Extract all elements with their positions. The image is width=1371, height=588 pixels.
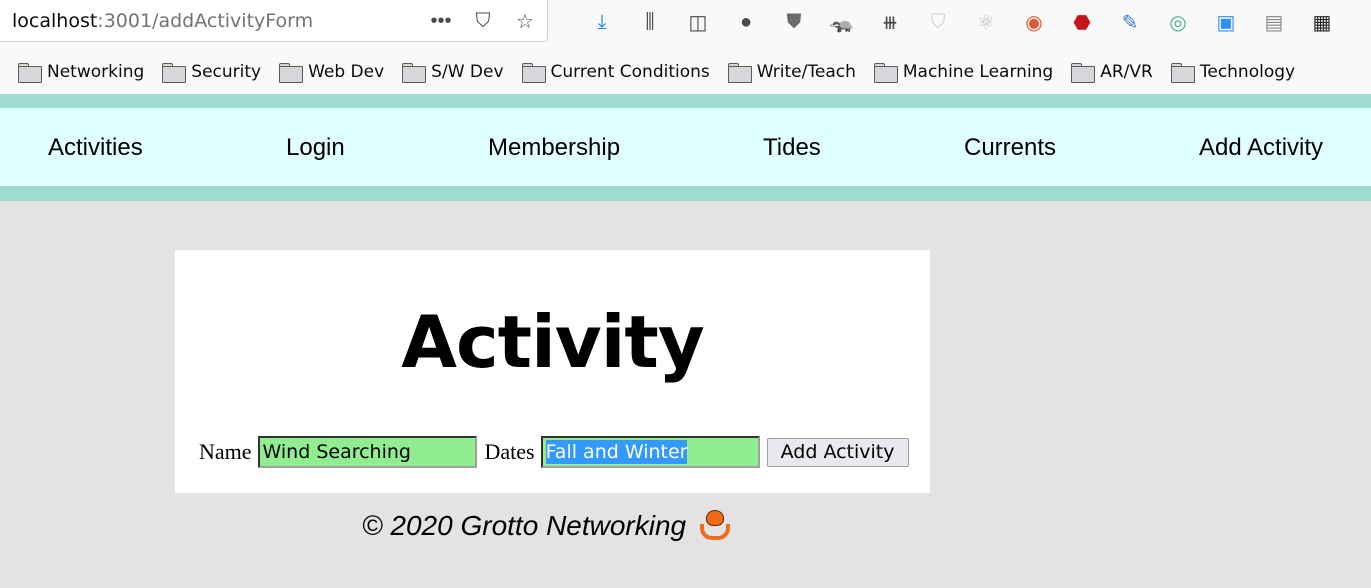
cleaner-icon[interactable]: ⬣ xyxy=(1066,6,1098,38)
activity-form: Name Wind Searching Dates Fall and Winte… xyxy=(199,436,909,468)
nav-activities[interactable]: Activities xyxy=(48,134,143,162)
folder-icon xyxy=(162,63,187,83)
folder-icon xyxy=(1071,63,1096,83)
add-activity-button[interactable]: Add Activity xyxy=(766,437,909,467)
name-label: Name xyxy=(199,439,252,464)
folder-icon xyxy=(402,63,427,83)
bookmark-label: S/W Dev xyxy=(431,62,504,82)
activity-form-card: Activity Name Wind Searching Dates Fall … xyxy=(175,250,930,493)
duckduckgo-icon[interactable]: ◉ xyxy=(1018,6,1050,38)
copyright-text: © 2020 Grotto Networking xyxy=(362,510,687,541)
bookmark-label: Write/Teach xyxy=(756,62,856,82)
url-host: localhost xyxy=(12,9,98,32)
bookmark-folder[interactable]: Web Dev xyxy=(279,62,385,83)
bookmark-folder[interactable]: S/W Dev xyxy=(402,62,504,83)
bookmark-label: Networking xyxy=(47,62,145,82)
bookmarks-bar: Networking Security Web Dev S/W Dev Current … xyxy=(0,50,1371,94)
sidebar-icon[interactable]: ◫ xyxy=(682,6,714,38)
dates-input[interactable]: Fall and Winter xyxy=(540,436,760,468)
account-icon[interactable]: ● xyxy=(730,6,762,38)
ublock-icon[interactable]: ⛊ xyxy=(778,6,810,38)
bookmark-folder[interactable]: Write/Teach xyxy=(727,62,856,83)
bookmark-label: Security xyxy=(191,62,262,82)
eyedropper-icon[interactable]: ✎ xyxy=(1114,6,1146,38)
bookmark-folder[interactable]: Machine Learning xyxy=(873,62,1054,83)
bookmark-label: Current Conditions xyxy=(550,62,710,82)
extension-toolbar: ⤓ ⫼ ◫ ● ⛊ 🦡 ⧻ ⛉ ⚛ ◉ ⬣ ✎ ◎ ▣ ▤ ▦ xyxy=(586,6,1338,38)
folder-icon xyxy=(279,63,304,83)
dates-input-value: Fall and Winter xyxy=(545,440,688,464)
folder-icon xyxy=(727,63,752,83)
apps-grid-icon[interactable]: ▦ xyxy=(1306,6,1338,38)
nav-add-activity[interactable]: Add Activity xyxy=(1199,134,1323,162)
extension-circle-icon[interactable]: ◎ xyxy=(1162,6,1194,38)
page-actions-icon[interactable]: ••• xyxy=(427,8,455,34)
name-input-value: Wind Searching xyxy=(262,441,411,463)
folder-icon xyxy=(1170,63,1195,83)
bookmark-folder[interactable]: AR/VR xyxy=(1071,62,1153,83)
site-nav: Activities Login Membership Tides Curren… xyxy=(0,108,1371,186)
nav-membership[interactable]: Membership xyxy=(488,134,620,162)
react-devtools-icon[interactable]: ⚛ xyxy=(970,6,1002,38)
folder-icon xyxy=(18,63,42,83)
dates-label: Dates xyxy=(484,439,535,464)
footer: © 2020 Grotto Networking xyxy=(362,510,731,542)
downloads-icon[interactable]: ⤓ xyxy=(586,6,618,38)
url-bar[interactable]: localhost:3001/addActivityForm ••• ⛉ ☆ xyxy=(0,0,548,42)
fence-icon[interactable]: ⧻ xyxy=(874,6,906,38)
bookmark-folder[interactable]: Networking xyxy=(18,62,145,83)
bookmark-label: Machine Learning xyxy=(902,62,1054,82)
bookmark-folder[interactable]: Technology xyxy=(1170,62,1296,83)
shield-extension-icon[interactable]: ⛉ xyxy=(922,6,954,38)
bookmark-folder[interactable]: Security xyxy=(162,62,262,83)
folder-icon xyxy=(873,63,898,83)
pocket-icon[interactable]: ⛉ xyxy=(469,8,497,34)
library-icon[interactable]: ⫼ xyxy=(634,6,666,38)
bookmark-label: Technology xyxy=(1199,62,1296,82)
name-input[interactable]: Wind Searching xyxy=(257,436,477,468)
privacy-badger-icon[interactable]: 🦡 xyxy=(826,6,858,38)
url-path: :3001/addActivityForm xyxy=(97,9,314,32)
octopus-icon xyxy=(698,510,731,542)
bookmark-folder[interactable]: Current Conditions xyxy=(521,62,710,83)
nav-tides[interactable]: Tides xyxy=(763,134,821,162)
document-icon[interactable]: ▤ xyxy=(1258,6,1290,38)
zoom-icon[interactable]: ▣ xyxy=(1210,6,1242,38)
form-title: Activity xyxy=(401,300,704,384)
browser-toolbar: localhost:3001/addActivityForm ••• ⛉ ☆ ⤓… xyxy=(0,0,1371,50)
nav-currents[interactable]: Currents xyxy=(964,134,1056,162)
folder-icon xyxy=(521,63,546,83)
bookmark-label: AR/VR xyxy=(1100,62,1153,82)
bookmark-star-icon[interactable]: ☆ xyxy=(511,8,539,34)
nav-login[interactable]: Login xyxy=(286,134,345,162)
bookmark-label: Web Dev xyxy=(308,62,385,82)
